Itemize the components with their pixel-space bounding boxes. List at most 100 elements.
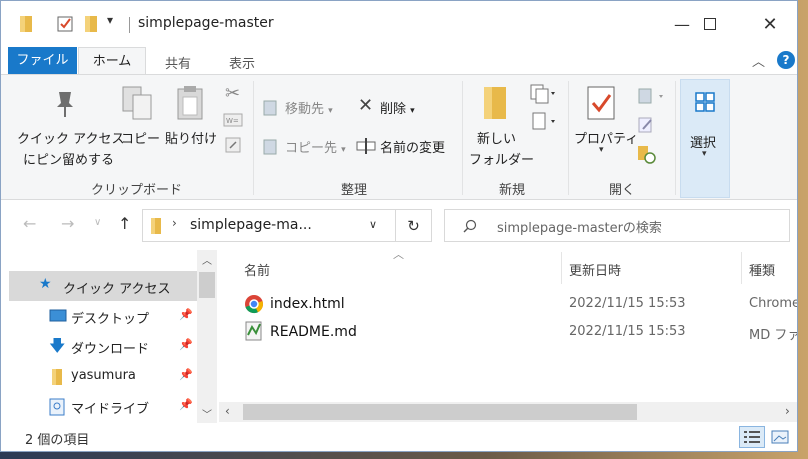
copy-to-label: コピー先 [285,141,338,156]
scroll-left-icon[interactable]: ‹ [225,404,230,418]
file-list-scroll-thumb[interactable] [243,404,637,420]
download-arrow-icon: 🡇 [49,336,66,355]
refresh-button[interactable]: ↻ [396,209,432,242]
explorer-window: ▾ simplepage-master — ✕ ファイル ホーム 共有 表示 ︿… [0,0,798,452]
new-folder-icon[interactable] [84,15,98,33]
new-folder-label-2[interactable]: フォルダー [469,149,534,168]
scroll-right-icon[interactable]: › [785,404,790,418]
chevron-down-icon: ▾ [328,106,333,116]
close-button[interactable]: ✕ [747,1,793,47]
copy-path-icon[interactable]: W= [223,113,243,127]
maximize-button[interactable] [687,1,733,47]
copy-icon [122,86,152,120]
back-arrow-icon[interactable]: ← [23,214,36,233]
details-view-button[interactable] [739,426,765,448]
scroll-up-icon[interactable]: ︿ [202,252,212,267]
nav-item-desktop[interactable]: デスクトップ 📌 [9,301,197,331]
paste-shortcut-icon[interactable] [225,137,241,153]
rename-icon [356,138,376,154]
move-to-label: 移動先 [285,102,325,117]
delete-button[interactable]: 削除 ▾ [380,98,415,117]
column-header-type[interactable]: 種類 [749,260,775,279]
tab-view[interactable]: 表示 [229,53,255,72]
open-icon[interactable] [637,87,667,105]
history-icon[interactable] [637,145,657,165]
search-icon [463,219,477,233]
pin-quick-access-label-2[interactable]: にピン留めする [23,149,114,168]
maximize-icon [704,18,716,30]
file-row-index-html[interactable]: index.html 2022/11/15 15:53 Chrome [241,292,797,316]
search-input[interactable]: simplepage-masterの検索 [497,217,662,236]
breadcrumb-chevron-icon[interactable]: › [172,216,177,230]
nav-item-label: yasumura [71,368,136,383]
chevron-down-icon: ▾ [410,106,415,116]
select-button[interactable]: 選択 ▾ [680,79,730,198]
recent-locations-chevron-icon[interactable]: ∨ [94,217,101,228]
group-separator [253,81,254,195]
file-row-readme-md[interactable]: README.md 2022/11/15 15:53 MD ファ [241,320,798,344]
column-separator[interactable] [561,252,562,284]
nav-item-downloads[interactable]: 🡇 ダウンロード 📌 [9,331,197,361]
folder-icon [151,218,161,234]
nav-pane-scroll-thumb[interactable] [199,272,215,298]
forward-arrow-icon[interactable]: → [61,214,74,233]
column-separator[interactable] [741,252,742,284]
nav-item-yasumura[interactable]: yasumura 📌 [9,361,197,391]
rename-button[interactable]: 名前の変更 [380,137,445,156]
drive-icon [49,398,65,416]
chrome-icon [245,295,264,314]
file-type: MD ファ [749,328,798,343]
chevron-down-icon[interactable]: ▾ [599,145,604,155]
status-bar: 2 個の項目 [1,423,797,451]
easy-access-icon[interactable] [529,111,557,133]
delete-label: 削除 [380,102,407,117]
select-grid-icon [695,92,715,112]
up-arrow-icon[interactable]: ↑ [118,214,131,233]
paste-icon [177,86,203,120]
open-group-label: 開く [609,183,636,198]
address-bar[interactable]: › simplepage-ma... ∨ [142,209,396,242]
search-box[interactable]: simplepage-masterの検索 [444,209,790,242]
svg-text:W=: W= [226,117,239,125]
pin-icon: 📌 [179,368,193,381]
nav-item-my-drive[interactable]: マイドライブ 📌 [9,391,197,421]
new-item-icon[interactable] [529,83,557,105]
column-header-name[interactable]: 名前 [244,260,270,279]
scroll-down-icon[interactable]: ﹀ [202,406,212,421]
nav-item-quick-access[interactable]: ★ クイック アクセス [9,271,197,301]
navigation-pane: ★ クイック アクセス デスクトップ 📌 🡇 ダウンロード 📌 yasumura… [1,250,217,423]
tab-file[interactable]: ファイル [8,47,77,74]
properties-icon [587,86,615,120]
tab-home[interactable]: ホーム [78,47,146,75]
properties-check-icon[interactable] [57,15,73,33]
copy-to-button[interactable]: コピー先 ▾ [285,137,346,156]
ribbon-collapse-icon[interactable]: ︿ [752,51,765,70]
large-icons-view-button[interactable] [767,426,793,448]
desktop-background [798,0,808,459]
quick-access-toolbar-dropdown-icon[interactable]: ▾ [107,13,113,27]
cut-icon[interactable]: ✂ [225,83,240,104]
tab-share[interactable]: 共有 [165,53,191,72]
move-to-button[interactable]: 移動先 ▾ [285,98,333,117]
edit-icon[interactable] [637,116,655,134]
help-icon[interactable]: ? [777,51,795,69]
nav-item-label: マイドライブ [71,402,150,417]
properties-button-label[interactable]: プロパティ [574,128,638,147]
pin-quick-access-label-1[interactable]: クイック アクセス [17,128,124,147]
paste-button-label[interactable]: 貼り付け [165,128,217,147]
new-folder-label-1[interactable]: 新しい [477,128,516,147]
new-folder-icon [484,87,506,119]
address-dropdown-icon[interactable]: ∨ [369,218,377,231]
copy-button-label[interactable]: コピー [121,128,160,147]
address-path[interactable]: simplepage-ma... [190,217,312,233]
organize-group-label: 整理 [341,183,368,198]
file-modified: 2022/11/15 15:53 [569,324,686,339]
close-icon: ✕ [762,13,778,35]
file-list: ︿ 名前 更新日時 種類 index.html 2022/11/15 15:53… [217,248,798,423]
group-separator [675,81,676,195]
column-header-modified[interactable]: 更新日時 [569,260,621,279]
pin-icon: 📌 [179,308,193,321]
chevron-down-icon: ▾ [702,149,707,159]
chevron-down-icon: ▾ [341,145,346,155]
pin-icon: 📌 [179,398,193,411]
